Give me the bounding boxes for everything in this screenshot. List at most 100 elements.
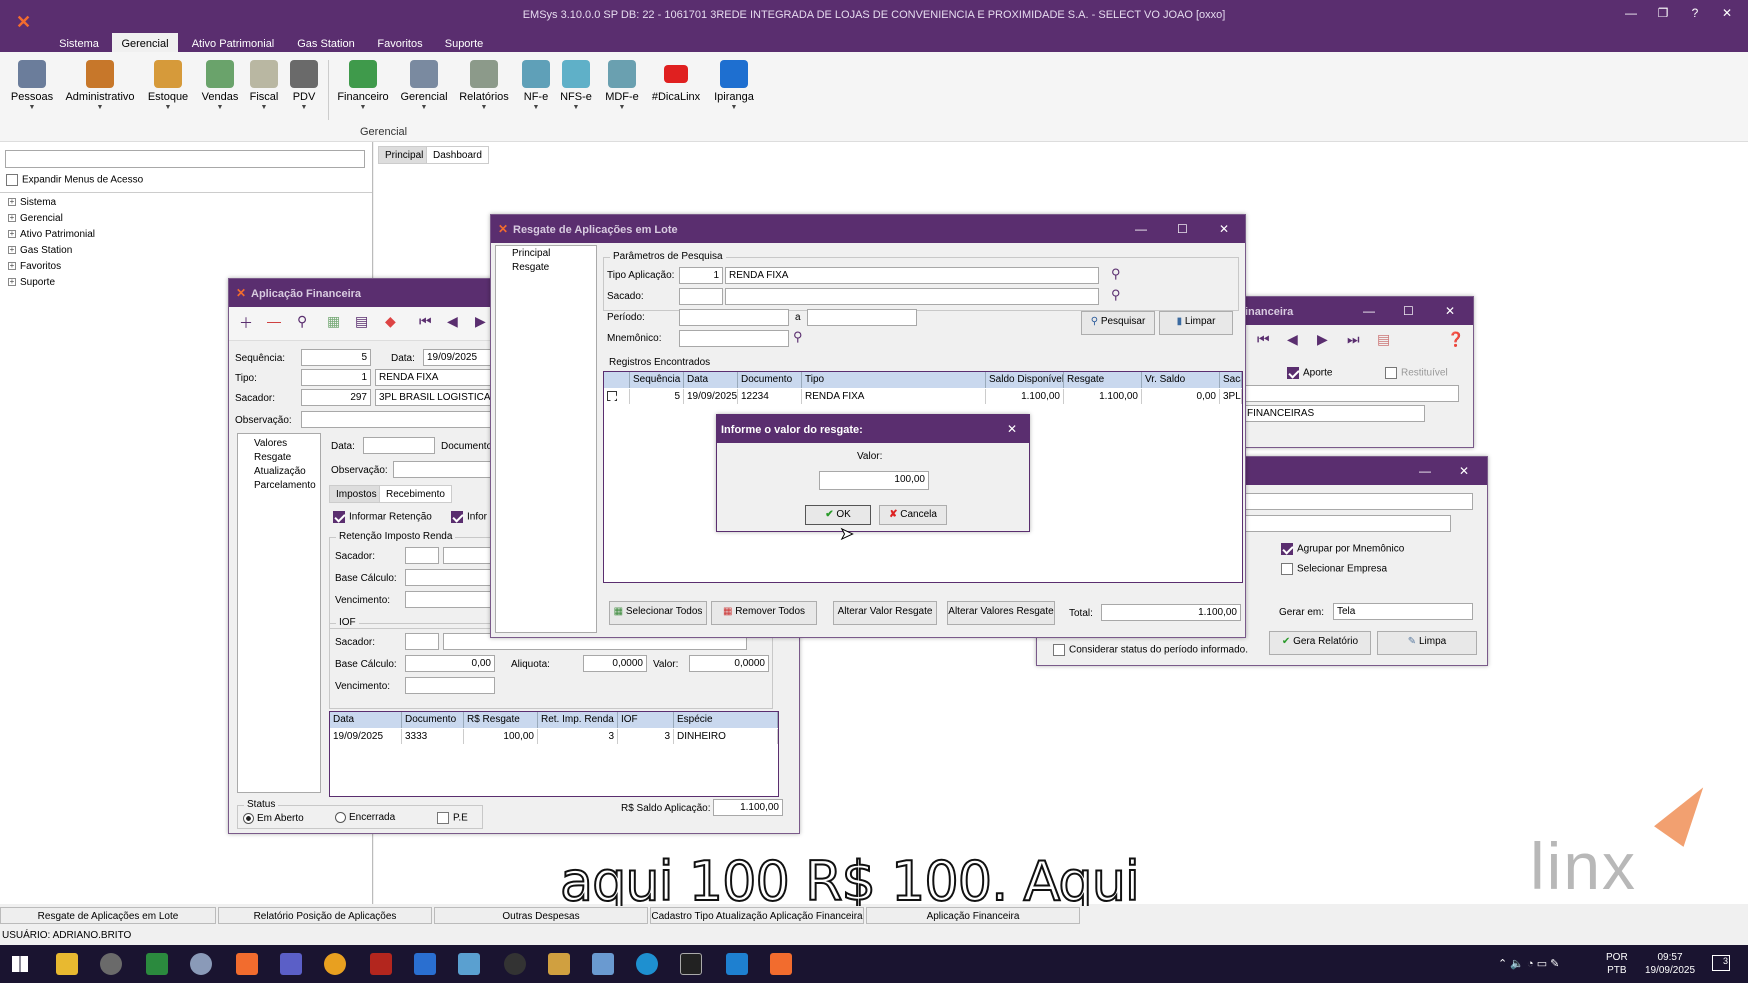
search-icon[interactable]: ⚲ <box>793 329 803 345</box>
emsys-active-icon[interactable] <box>770 953 792 975</box>
saldo-field[interactable]: 1.100,00 <box>713 799 783 816</box>
grid-header[interactable]: Data <box>684 372 738 388</box>
app-icon[interactable] <box>548 953 570 975</box>
limpar-button[interactable]: ▮ Limpar <box>1159 311 1233 335</box>
sacador-code-field[interactable]: 297 <box>301 389 371 406</box>
agrupar-mnemonico-checkbox[interactable]: Agrupar por Mnemônico <box>1281 543 1404 555</box>
table-cell[interactable]: 1.100,00 <box>1064 389 1142 404</box>
table-cell[interactable]: 12234 <box>738 389 802 404</box>
informar-iof-checkbox[interactable]: Infor <box>451 511 487 523</box>
tab-outras-despesas[interactable]: Outras Despesas <box>434 907 648 924</box>
pe-checkbox[interactable]: P.E <box>437 812 468 824</box>
retencao-sacador-code[interactable] <box>405 547 439 564</box>
table-cell[interactable]: 5 <box>630 389 684 404</box>
tree-item-valores[interactable]: Valores <box>254 438 287 449</box>
next-record-icon[interactable]: ▶ <box>1317 331 1328 348</box>
notifications-icon[interactable]: 3 <box>1712 955 1730 971</box>
next-record-icon[interactable]: ▶ <box>475 313 486 330</box>
ribbon-dicalinx-button[interactable]: #DicaLinx <box>650 60 702 103</box>
aliquota-field[interactable]: 0,0000 <box>583 655 647 672</box>
help-circle-icon[interactable]: ❓ <box>1447 331 1464 348</box>
prev-record-icon[interactable]: ◀ <box>1287 331 1298 348</box>
first-record-icon[interactable]: ⏮ <box>1257 331 1270 348</box>
ribbon-relatorios-button[interactable]: Relatórios ▼ <box>456 60 512 111</box>
gerar-em-select[interactable]: Tela <box>1333 603 1473 620</box>
grid-header-select[interactable] <box>604 372 630 388</box>
table-cell[interactable]: 0,00 <box>1142 389 1220 404</box>
close-icon[interactable]: ✕ <box>1219 222 1229 236</box>
search-icon[interactable]: ⚲ <box>297 313 307 330</box>
sequencia-field[interactable]: 5 <box>301 349 371 366</box>
tree-item-resgate[interactable]: Resgate <box>512 262 549 273</box>
app-icon[interactable] <box>458 953 480 975</box>
tree-item-gas-station[interactable]: + Gas Station <box>8 245 72 256</box>
grid-header[interactable]: Sequência <box>630 372 684 388</box>
tipo-aplicacao-name[interactable]: RENDA FIXA <box>725 267 1099 284</box>
ribbon-mdfe-button[interactable]: MDF-e ▼ <box>602 60 642 111</box>
tree-item-resgate[interactable]: Resgate <box>254 452 291 463</box>
filezilla-icon[interactable] <box>370 953 392 975</box>
help-icon[interactable]: ? <box>1684 6 1706 20</box>
ribbon-pdv-button[interactable]: PDV ▼ <box>288 60 320 111</box>
tree-item-sistema[interactable]: + Sistema <box>8 197 56 208</box>
table-cell[interactable]: 19/09/2025 <box>684 389 738 404</box>
ribbon-vendas-button[interactable]: Vendas ▼ <box>198 60 242 111</box>
ok-button[interactable]: ✔ OK <box>805 505 871 525</box>
menu-sistema[interactable]: Sistema <box>52 33 106 52</box>
maximize-icon[interactable]: ☐ <box>1177 222 1188 236</box>
grid-header[interactable]: Documento <box>738 372 802 388</box>
vscode-icon[interactable] <box>726 953 748 975</box>
close-icon[interactable]: ✕ <box>1716 6 1738 20</box>
windows-start-icon[interactable] <box>12 956 28 972</box>
tab-cadastro-tipo-atualizacao[interactable]: Cadastro Tipo Atualização Aplicação Fina… <box>650 907 864 924</box>
tree-item-gerencial[interactable]: + Gerencial <box>8 213 63 224</box>
tree-item-principal[interactable]: Principal <box>512 248 550 259</box>
tray-icons[interactable]: ⌃ 🔈 ◔ ▭ ✎ <box>1498 957 1559 970</box>
grid-header[interactable]: IOF <box>618 712 674 728</box>
ribbon-ipiranga-button[interactable]: Ipiranga ▼ <box>712 60 756 111</box>
total-field[interactable]: 1.100,00 <box>1101 604 1241 621</box>
menu-gerencial[interactable]: Gerencial <box>112 33 178 52</box>
status-aberto-radio[interactable]: Em Aberto <box>243 813 304 824</box>
notepad-icon[interactable] <box>146 953 168 975</box>
table-cell[interactable]: 3 <box>618 729 674 744</box>
tree-item-favoritos[interactable]: + Favoritos <box>8 261 61 272</box>
ribbon-nfse-button[interactable]: NFS-e ▼ <box>558 60 594 111</box>
menu-suporte[interactable]: Suporte <box>436 33 492 52</box>
tree-item-ativo-patrimonial[interactable]: + Ativo Patrimonial <box>8 229 95 240</box>
resgate-data-field[interactable] <box>363 437 435 454</box>
bg-text-field[interactable] <box>1237 515 1451 532</box>
grid-header[interactable]: Resgate <box>1064 372 1142 388</box>
tree-item-suporte[interactable]: + Suporte <box>8 277 55 288</box>
table-cell[interactable]: 19/09/2025 <box>330 729 402 744</box>
dialog-valor-field[interactable]: 100,00 <box>819 471 929 490</box>
alterar-valor-resgate-button[interactable]: Alterar Valor Resgate <box>833 601 937 625</box>
alterar-valores-resgate-button[interactable]: Alterar Valores Resgate <box>947 601 1055 625</box>
bg-field-1[interactable] <box>1243 385 1459 402</box>
report-icon[interactable]: ▤ <box>1377 331 1390 348</box>
iof-sacador-code[interactable] <box>405 633 439 650</box>
tipo-code-field[interactable]: 1 <box>301 369 371 386</box>
search-icon[interactable]: ⚲ <box>1111 287 1121 303</box>
sacado-name[interactable] <box>725 288 1099 305</box>
chrome-icon[interactable] <box>324 953 346 975</box>
grid-icon[interactable]: ▤ <box>355 313 368 330</box>
grid-header[interactable]: Vr. Saldo <box>1142 372 1220 388</box>
add-icon[interactable]: ＋ <box>239 313 253 333</box>
cancela-button[interactable]: ✘ Cancela <box>879 505 947 525</box>
edge-icon[interactable] <box>636 953 658 975</box>
iof-vencimento-field[interactable] <box>405 677 495 694</box>
pesquisar-button[interactable]: ⚲ Pesquisar <box>1081 311 1155 335</box>
grid-header[interactable]: Saca <box>1220 372 1242 388</box>
grid-header[interactable]: R$ Resgate <box>464 712 538 728</box>
tree-item-parcelamento[interactable]: Parcelamento <box>254 480 316 491</box>
tab-recebimento[interactable]: Recebimento <box>379 485 452 503</box>
ribbon-nfe-button[interactable]: NF-e ▼ <box>518 60 554 111</box>
informar-retencao-checkbox[interactable]: Informar Retenção <box>333 511 432 523</box>
last-record-icon[interactable]: ⏭ <box>1347 331 1360 348</box>
observacao-field[interactable] <box>301 411 515 428</box>
table-cell[interactable]: DINHEIRO <box>674 729 778 744</box>
terminal-icon[interactable] <box>680 953 702 975</box>
tab-aplicacao-financeira[interactable]: Aplicação Financeira <box>866 907 1080 924</box>
remove-icon[interactable]: — <box>267 313 281 329</box>
